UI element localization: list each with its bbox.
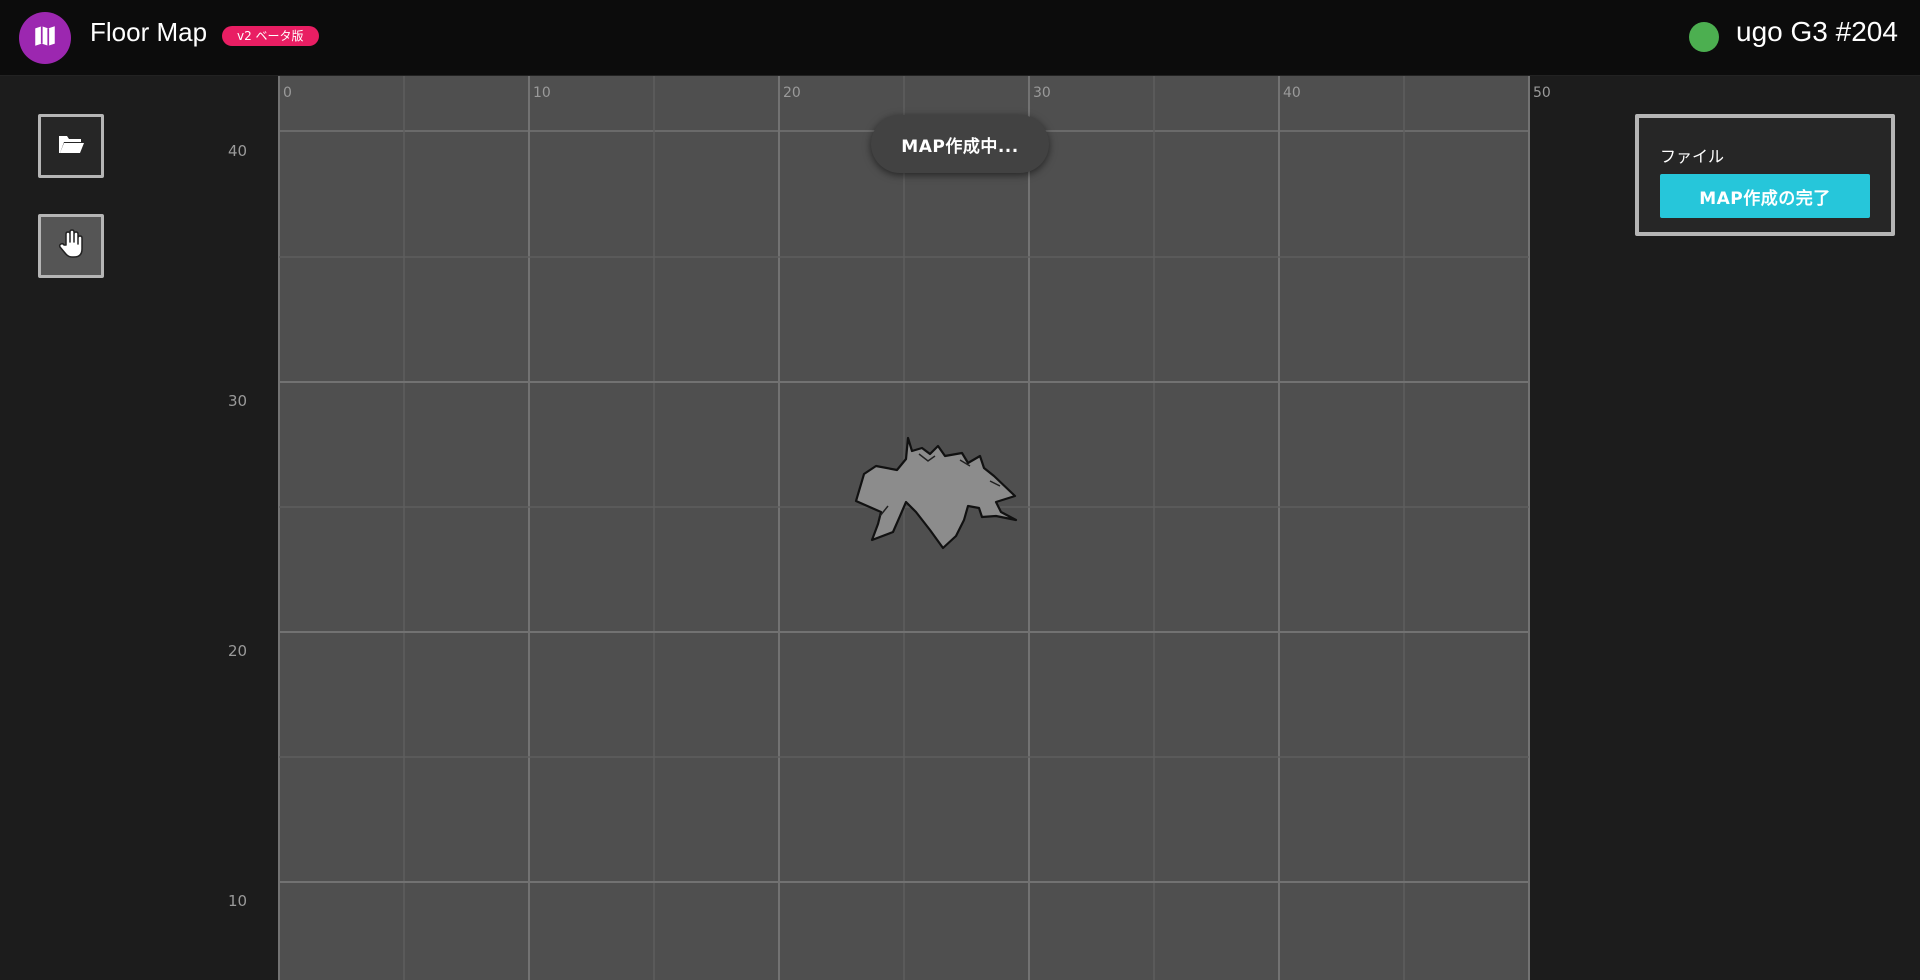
- file-panel-label: ファイル: [1660, 147, 1725, 166]
- map-icon: [32, 23, 58, 53]
- connection-status-indicator: [1689, 22, 1719, 52]
- y-tick-label: 30: [228, 392, 248, 410]
- y-tick-label: 40: [228, 142, 248, 160]
- y-tick-label: 20: [228, 642, 248, 660]
- complete-map-button[interactable]: MAP作成の完了: [1660, 174, 1870, 218]
- folder-open-icon: [57, 132, 85, 160]
- pan-tool-button[interactable]: [38, 214, 104, 278]
- robot-name[interactable]: ugo G3 #204: [1736, 16, 1898, 48]
- x-tick-label: 0: [283, 85, 292, 101]
- top-bar: Floor Map v2 ベータ版 ugo G3 #204: [0, 0, 1920, 76]
- map-creation-status: MAP作成中...: [871, 115, 1049, 173]
- beta-badge: v2 ベータ版: [222, 26, 319, 46]
- x-tick-label: 30: [1033, 85, 1051, 101]
- x-tick-label: 50: [1533, 85, 1551, 101]
- app-title: Floor Map: [90, 17, 208, 47]
- x-tick-label: 40: [1283, 85, 1301, 101]
- x-tick-label: 20: [783, 85, 801, 101]
- map-canvas[interactable]: 0 10 20 30 40 50 40 30 20 10: [0, 76, 1920, 980]
- open-folder-button[interactable]: [38, 114, 104, 178]
- file-panel: ファイル MAP作成の完了: [1635, 114, 1895, 236]
- app-logo[interactable]: [19, 12, 71, 64]
- hand-icon: [57, 228, 85, 264]
- x-tick-label: 10: [533, 85, 551, 101]
- map-grid: [278, 76, 1530, 980]
- y-tick-label: 10: [228, 892, 248, 910]
